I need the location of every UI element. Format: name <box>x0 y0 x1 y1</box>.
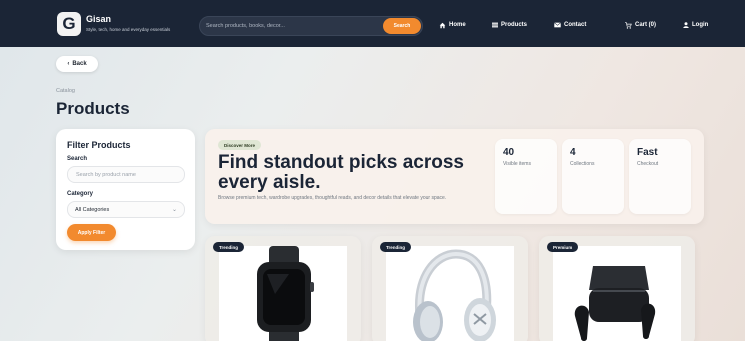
nav-contact[interactable]: Contact <box>554 20 586 30</box>
product-image-headphones[interactable] <box>386 246 514 341</box>
brand-logo[interactable]: G <box>57 12 81 36</box>
header-search-input[interactable] <box>206 19 376 33</box>
product-badge: Trending <box>380 242 411 252</box>
hero-description: Browse premium tech, wardrobe upgrades, … <box>218 195 447 201</box>
filter-panel: Filter Products Search Category All Cate… <box>56 129 195 250</box>
brand-name[interactable]: Gisan <box>86 14 111 24</box>
apply-filter-button[interactable]: Apply Filter <box>67 224 116 241</box>
product-card[interactable]: Premium <box>539 236 695 341</box>
stat-value: Fast <box>637 147 658 158</box>
nav-home-label: Home <box>449 22 466 28</box>
stat-visible-items: 40 Visible items <box>495 139 557 214</box>
stat-label: Checkout <box>637 161 659 167</box>
home-icon <box>439 22 446 28</box>
filter-search-label: Search <box>67 156 88 162</box>
stat-value: 40 <box>503 147 515 158</box>
product-badge: Premium <box>547 242 579 252</box>
hero-card: Discover More Find standout picks across… <box>205 129 704 224</box>
cart-icon <box>625 21 632 29</box>
filter-title: Filter Products <box>67 140 131 150</box>
back-button[interactable]: ‹ Back <box>56 56 98 72</box>
filter-search-input[interactable] <box>67 166 185 183</box>
nav-home[interactable]: Home <box>439 20 466 30</box>
smartwatch-icon <box>257 246 314 341</box>
hero-badge: Discover More <box>218 140 262 150</box>
breadcrumb[interactable]: Catalog <box>56 88 75 94</box>
header-search: Search <box>199 16 423 36</box>
hero-title: Find standout picks across every aisle. <box>218 152 464 193</box>
nav-products-label: Products <box>501 22 528 28</box>
back-button-label: Back <box>72 61 87 67</box>
list-icon <box>492 22 498 28</box>
category-select-value: All Categories <box>75 206 110 213</box>
stat-label: Visible items <box>503 161 531 167</box>
header-search-button[interactable]: Search <box>383 18 421 34</box>
nav-products[interactable]: Products <box>492 20 527 30</box>
headphones-icon <box>413 249 496 341</box>
category-select[interactable]: All Categories ⌄ <box>67 201 185 218</box>
product-card[interactable]: Trending <box>205 236 361 341</box>
stat-checkout: Fast Checkout <box>629 139 691 214</box>
nav-login[interactable]: Login <box>683 20 708 30</box>
user-icon <box>683 22 689 28</box>
product-image-smartwatch[interactable] <box>219 246 347 341</box>
chevron-down-icon: ⌄ <box>171 207 177 213</box>
stat-collections: 4 Collections <box>562 139 624 214</box>
chevron-left-icon: ‹ <box>67 61 70 67</box>
nav-login-label: Login <box>692 22 709 28</box>
nav-cart[interactable]: Cart (0) <box>625 20 656 30</box>
page-title: Products <box>56 99 130 118</box>
product-image-earbuds[interactable] <box>553 246 681 341</box>
nav-cart-label: Cart (0) <box>635 22 657 28</box>
earbuds-icon <box>574 266 656 341</box>
product-card[interactable]: Trending <box>372 236 528 341</box>
stat-label: Collections <box>570 161 595 167</box>
product-badge: Trending <box>213 242 244 252</box>
filter-category-label: Category <box>67 191 94 197</box>
navbar: G Gisan Style, tech, home and everyday e… <box>0 0 745 47</box>
nav-contact-label: Contact <box>564 22 587 28</box>
stat-value: 4 <box>570 147 576 158</box>
brand-tagline: Style, tech, home and everyday essential… <box>86 27 171 32</box>
mail-icon <box>554 22 561 28</box>
